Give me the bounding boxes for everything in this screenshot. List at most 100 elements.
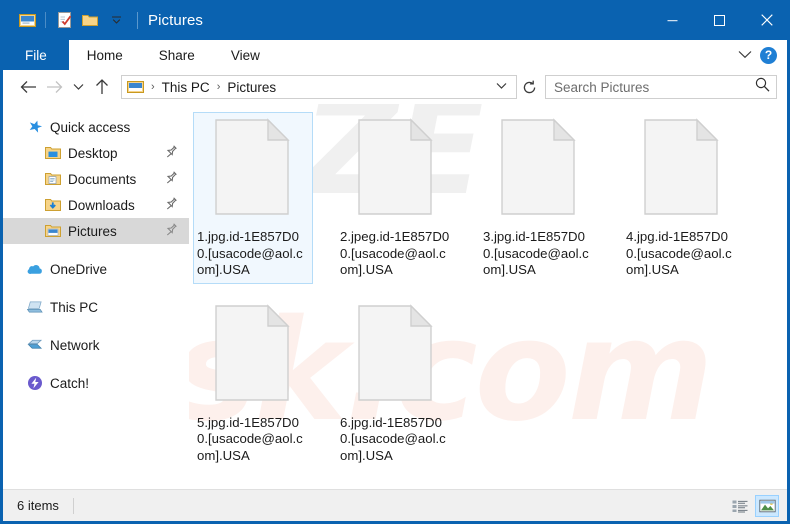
file-list-pane[interactable]: 1.jpg.id-1E857D00.[usacode@aol.com].USA …	[189, 104, 787, 489]
sidebar-label-catch: Catch!	[50, 375, 90, 391]
sidebar-item-quick-access[interactable]: Quick access	[3, 114, 189, 140]
address-dropdown-chevron-icon[interactable]	[491, 81, 512, 93]
quick-access-toolbar: Pictures	[0, 0, 203, 40]
pin-icon-pictures[interactable]	[166, 223, 177, 239]
breadcrumb-separator-1: ›	[216, 81, 221, 93]
file-item[interactable]: 5.jpg.id-1E857D00.[usacode@aol.com].USA	[193, 298, 313, 470]
file-name: 4.jpg.id-1E857D00.[usacode@aol.com].USA	[626, 229, 732, 277]
desktop-folder-icon	[45, 145, 61, 161]
blank-document-icon	[214, 118, 292, 221]
network-icon	[27, 337, 43, 353]
file-grid: 1.jpg.id-1E857D00.[usacode@aol.com].USA …	[189, 112, 787, 483]
properties-icon[interactable]	[14, 7, 40, 33]
new-folder-icon[interactable]	[51, 7, 77, 33]
tab-share[interactable]: Share	[141, 40, 213, 70]
sidebar-label-this-pc: This PC	[50, 299, 99, 315]
sidebar-item-desktop[interactable]: Desktop	[3, 140, 189, 166]
sidebar-label-downloads: Downloads	[68, 197, 135, 213]
sidebar-item-this-pc[interactable]: This PC	[3, 294, 189, 320]
pin-icon-documents[interactable]	[166, 171, 177, 187]
large-icons-view-button[interactable]	[755, 494, 779, 517]
sidebar-label-onedrive: OneDrive	[50, 261, 108, 277]
sidebar-gap-1	[3, 244, 189, 256]
title-bar: Pictures	[0, 0, 790, 40]
refresh-button[interactable]	[517, 75, 541, 99]
sidebar-item-onedrive[interactable]: OneDrive	[3, 256, 189, 282]
blank-document-icon	[357, 303, 435, 407]
window-title: Pictures	[148, 11, 203, 29]
folder-icon[interactable]	[77, 7, 103, 33]
file-name: 5.jpg.id-1E857D00.[usacode@aol.com].USA	[197, 414, 303, 463]
file-explorer-window: Pictures File Home Share View ? › This P…	[0, 0, 790, 524]
tab-file[interactable]: File	[3, 40, 69, 70]
breadcrumb-item-pictures[interactable]: Pictures	[224, 80, 279, 95]
search-input[interactable]	[554, 79, 755, 95]
sidebar-item-network[interactable]: Network	[3, 332, 189, 358]
blank-document-icon	[500, 118, 578, 221]
help-icon[interactable]: ?	[760, 46, 777, 64]
sidebar-gap-3	[3, 320, 189, 332]
customize-chevron-icon[interactable]	[103, 7, 129, 33]
sidebar-label-network: Network	[50, 337, 100, 353]
cloud-icon	[27, 261, 43, 277]
sidebar-label-quick-access: Quick access	[50, 119, 131, 135]
status-bar: 6 items	[3, 489, 787, 521]
pictures-folder-icon	[45, 223, 61, 239]
blank-document-icon	[643, 118, 721, 221]
title-separator	[137, 11, 138, 29]
tab-view[interactable]: View	[213, 40, 278, 70]
ribbon-right-controls: ?	[738, 40, 787, 70]
expand-ribbon-chevron-icon[interactable]	[738, 46, 752, 64]
breadcrumb-separator-0: ›	[151, 81, 155, 93]
up-button[interactable]	[89, 74, 115, 100]
breadcrumb[interactable]: › This PC › Pictures	[121, 75, 517, 99]
search-icon	[755, 77, 770, 97]
file-item[interactable]: 6.jpg.id-1E857D00.[usacode@aol.com].USA	[336, 298, 456, 470]
file-item[interactable]: 1.jpg.id-1E857D00.[usacode@aol.com].USA	[193, 112, 313, 284]
item-count-label: 6 items	[17, 498, 59, 513]
blank-document-icon	[357, 118, 435, 221]
sidebar-gap-2	[3, 282, 189, 294]
file-name: 2.jpeg.id-1E857D00.[usacode@aol.com].USA	[340, 229, 450, 277]
sidebar-item-pictures[interactable]: Pictures	[3, 218, 189, 244]
sidebar-label-documents: Documents	[68, 171, 137, 187]
forward-button[interactable]	[41, 74, 67, 100]
star-icon	[27, 119, 43, 135]
sidebar-label-desktop: Desktop	[68, 145, 118, 161]
pin-icon-downloads[interactable]	[166, 197, 177, 213]
qat-separator	[45, 12, 46, 28]
computer-icon	[27, 299, 43, 315]
sidebar-item-documents[interactable]: Documents	[3, 166, 189, 192]
view-mode-buttons	[728, 494, 779, 517]
file-item[interactable]: 3.jpg.id-1E857D00.[usacode@aol.com].USA	[479, 112, 599, 284]
sidebar-label-pictures: Pictures	[68, 223, 117, 239]
close-button[interactable]	[743, 0, 790, 40]
catch-app-icon	[27, 375, 43, 391]
breadcrumb-folder-icon	[127, 80, 144, 94]
breadcrumb-item-this-pc[interactable]: This PC	[159, 80, 213, 95]
file-name: 3.jpg.id-1E857D00.[usacode@aol.com].USA	[483, 229, 589, 277]
search-box[interactable]	[545, 75, 777, 99]
back-button[interactable]	[15, 74, 41, 100]
documents-folder-icon	[45, 171, 61, 187]
recent-locations-chevron-icon[interactable]	[67, 74, 89, 100]
file-name: 6.jpg.id-1E857D00.[usacode@aol.com].USA	[340, 414, 446, 463]
maximize-button[interactable]	[696, 0, 743, 40]
minimize-button[interactable]	[649, 0, 696, 40]
sidebar-item-downloads[interactable]: Downloads	[3, 192, 189, 218]
explorer-body: ZE 7 risk.com Quick access	[3, 104, 787, 489]
sidebar-item-catch[interactable]: Catch!	[3, 370, 189, 396]
tab-home[interactable]: Home	[69, 40, 141, 70]
file-item[interactable]: 4.jpg.id-1E857D00.[usacode@aol.com].USA	[622, 112, 742, 284]
downloads-folder-icon	[45, 197, 61, 213]
status-separator	[72, 497, 74, 514]
sidebar-gap-4	[3, 358, 189, 370]
navigation-pane: Quick access Desktop Documents Downloads…	[3, 104, 189, 489]
blank-document-icon	[214, 303, 292, 407]
file-name: 1.jpg.id-1E857D00.[usacode@aol.com].USA	[197, 229, 303, 277]
ribbon-tab-bar: File Home Share View ?	[3, 40, 787, 70]
address-bar: › This PC › Pictures	[3, 70, 787, 104]
file-item[interactable]: 2.jpeg.id-1E857D00.[usacode@aol.com].USA	[336, 112, 456, 284]
pin-icon-desktop[interactable]	[166, 145, 177, 161]
details-view-button[interactable]	[728, 495, 752, 517]
